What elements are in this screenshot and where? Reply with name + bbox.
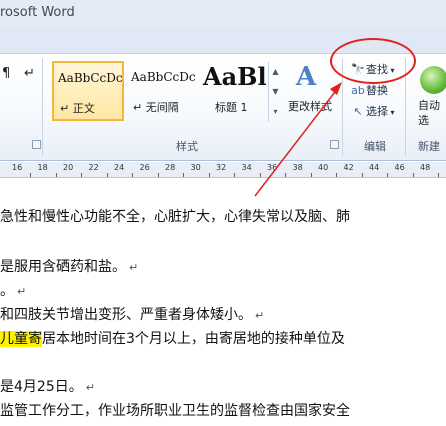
annotation-arrow (254, 82, 342, 197)
